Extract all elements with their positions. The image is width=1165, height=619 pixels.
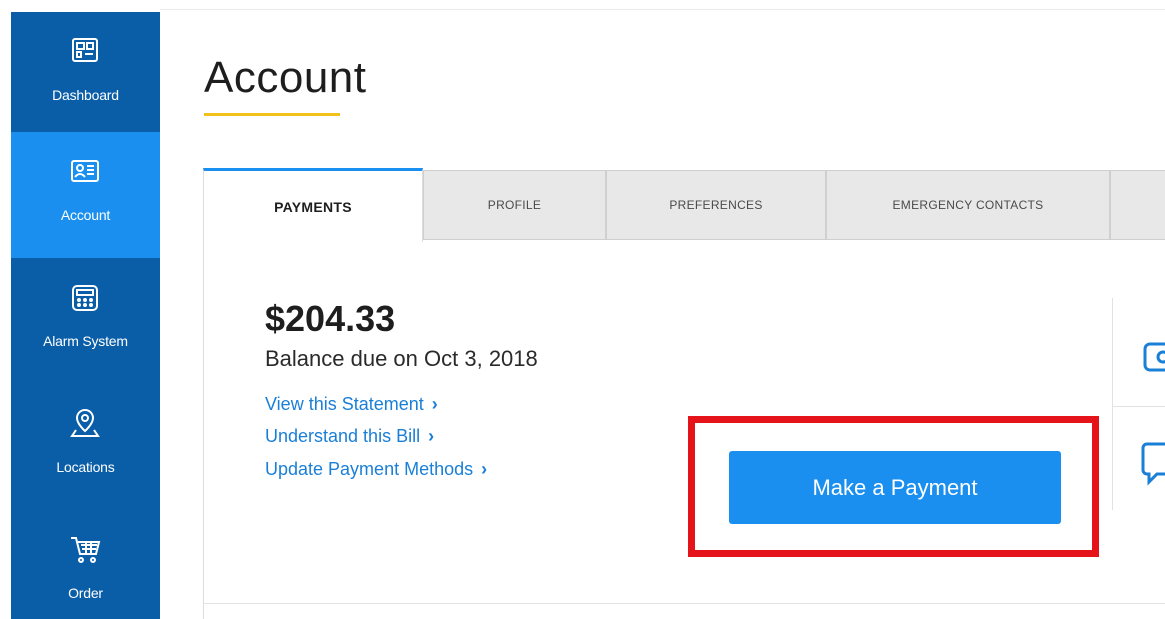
chevron-right-icon: ›	[431, 394, 438, 414]
sidebar-item-label: Dashboard	[52, 87, 119, 103]
side-card-divider	[1113, 406, 1165, 407]
page-title: Account	[204, 53, 367, 102]
sidebar-item-dashboard[interactable]: Dashboard	[11, 12, 160, 138]
chat-bubble-icon[interactable]	[1141, 440, 1165, 490]
account-card-icon	[67, 154, 103, 190]
panel-divider	[204, 603, 1165, 604]
update-payment-methods-link[interactable]: Update Payment Methods ›	[265, 457, 487, 481]
make-payment-button[interactable]: Make a Payment	[729, 451, 1061, 524]
sidebar: Dashboard Account Alarm System Locations…	[11, 12, 160, 619]
sidebar-item-alarm-system[interactable]: Alarm System	[11, 258, 160, 384]
tab-profile[interactable]: PROFILE	[423, 170, 606, 240]
alarm-panel-icon	[67, 280, 103, 316]
page: Dashboard Account Alarm System Locations…	[0, 0, 1165, 619]
sidebar-item-order[interactable]: Order	[11, 510, 160, 619]
sidebar-item-account[interactable]: Account	[11, 132, 160, 258]
understand-bill-link[interactable]: Understand this Bill ›	[265, 424, 434, 448]
autopay-icon[interactable]	[1141, 338, 1165, 378]
sidebar-item-label: Alarm System	[43, 333, 128, 349]
link-label: Understand this Bill	[265, 426, 421, 446]
location-pin-icon	[67, 406, 103, 442]
link-label: Update Payment Methods	[265, 459, 474, 479]
sidebar-item-label: Order	[68, 585, 103, 601]
shopping-cart-icon	[67, 532, 103, 568]
top-divider	[160, 9, 1165, 10]
tab-bar: PAYMENTS PROFILE PREFERENCES EMERGENCY C…	[203, 168, 1165, 242]
view-statement-link[interactable]: View this Statement ›	[265, 392, 438, 416]
sidebar-item-locations[interactable]: Locations	[11, 384, 160, 510]
sidebar-item-label: Account	[60, 207, 111, 223]
sidebar-item-label: Locations	[56, 459, 115, 475]
balance-due-text: Balance due on Oct 3, 2018	[265, 346, 538, 371]
dashboard-icon	[67, 34, 103, 70]
side-card-divider	[1112, 298, 1113, 510]
chevron-right-icon: ›	[481, 459, 488, 479]
balance-amount: $204.33	[265, 298, 396, 339]
title-underline	[204, 113, 340, 116]
tab-overflow[interactable]	[1110, 170, 1165, 240]
chevron-right-icon: ›	[428, 426, 435, 446]
tab-emergency-contacts[interactable]: EMERGENCY CONTACTS	[826, 170, 1110, 240]
link-label: View this Statement	[265, 394, 424, 414]
tab-preferences[interactable]: PREFERENCES	[606, 170, 826, 240]
tab-payments[interactable]: PAYMENTS	[203, 168, 423, 242]
